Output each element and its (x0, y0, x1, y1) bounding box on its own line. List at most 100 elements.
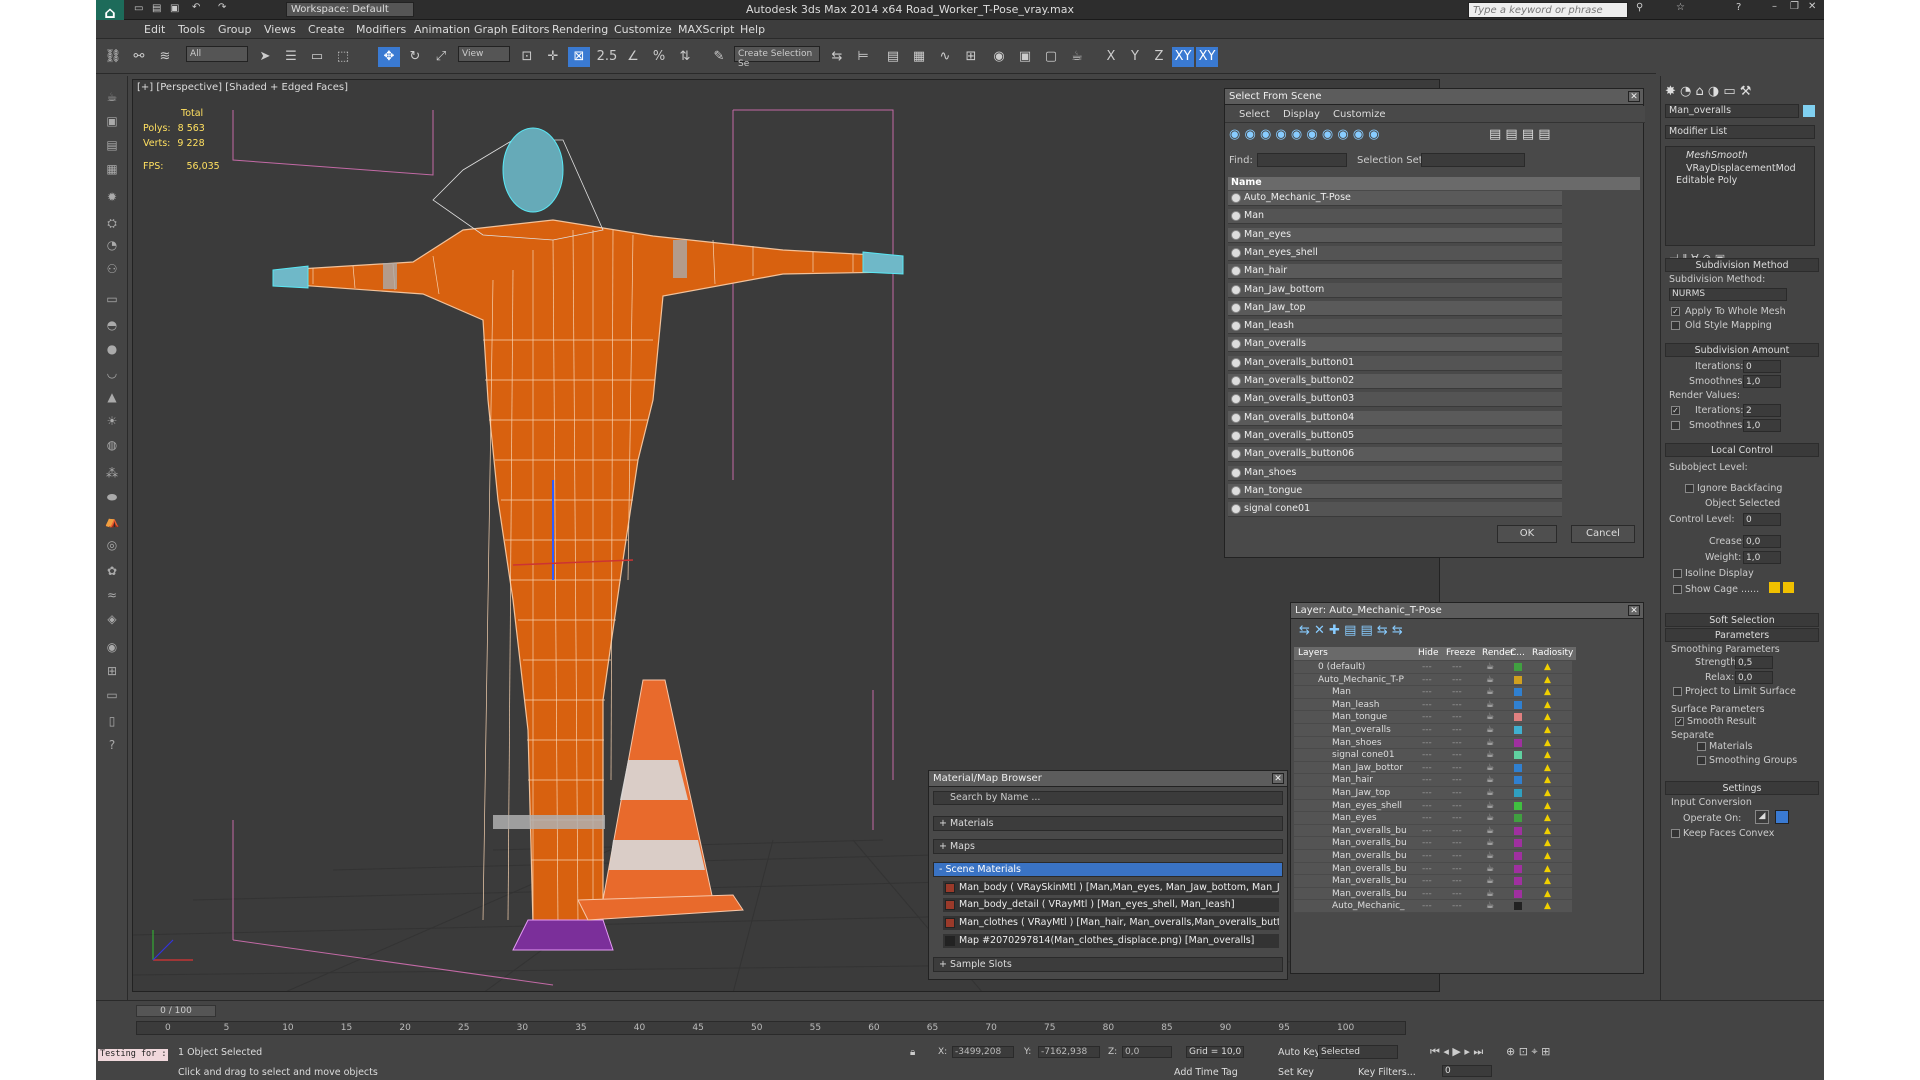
hide-toggle[interactable]: --- (1422, 686, 1432, 698)
object-color-swatch[interactable] (1803, 105, 1815, 117)
radiosity-icon[interactable]: ▲ (1544, 686, 1551, 698)
tent-icon[interactable]: ⛺ (102, 512, 122, 530)
freeze-toggle[interactable]: --- (1452, 888, 1462, 900)
menu-display[interactable]: Display (1283, 109, 1320, 120)
axis-xy-button[interactable]: XY (1172, 47, 1194, 67)
control-level-spinner[interactable]: 0 (1743, 513, 1781, 526)
select-by-name-icon[interactable]: ☰ (280, 47, 302, 67)
battery-icon[interactable]: ▯ (102, 712, 122, 730)
old-style-checkbox[interactable] (1671, 321, 1680, 330)
layer-row[interactable]: Man_overalls_bu --- --- ☕ ▲ (1294, 875, 1572, 888)
layer-row[interactable]: Man_overalls_bu --- --- ☕ ▲ (1294, 862, 1572, 876)
layer-row[interactable]: Man_overalls_bu --- --- ☕ ▲ (1294, 850, 1572, 863)
header-hide[interactable]: Hide (1418, 647, 1439, 659)
axis-x-button[interactable]: X (1100, 47, 1122, 67)
filter-geometry-icon[interactable]: ◉ ◉ ◉ ◉ ◉ ◉ ◉ ◉ ◉ ◉ (1229, 127, 1380, 142)
operate-faces-button[interactable]: ◢ (1755, 810, 1769, 824)
window-crossing-icon[interactable]: ⬚ (332, 47, 354, 67)
layer-dialog-title[interactable]: Layer: Auto_Mechanic_T-Pose (1291, 603, 1643, 619)
select-manipulate-icon[interactable]: ✛ (542, 47, 564, 67)
render-teapot-icon[interactable]: ☕ (1486, 711, 1494, 723)
close-mb-icon[interactable]: ✕ (1272, 773, 1284, 784)
layer-row[interactable]: Man_tongue --- --- ☕ ▲ (1294, 711, 1572, 724)
section-materials[interactable]: + Materials (933, 816, 1283, 831)
hemisphere-icon[interactable]: ◓ (102, 316, 122, 334)
freeze-toggle[interactable]: --- (1452, 787, 1462, 799)
layer-color-swatch[interactable] (1514, 738, 1522, 747)
scene-list-item[interactable]: Man_Jaw_top (1228, 300, 1562, 316)
render-teapot-icon[interactable]: ☕ (1486, 774, 1494, 786)
playback-controls[interactable]: ⏮ ◂ ▶ ▸ ⏭ (1430, 1045, 1483, 1059)
selection-set-dropdown[interactable] (1421, 153, 1525, 167)
blue-sphere-icon[interactable]: ◉ (102, 638, 122, 656)
hide-toggle[interactable]: --- (1422, 850, 1432, 862)
pill-icon[interactable]: ⬬ (102, 488, 122, 506)
sun-icon[interactable]: ☀ (102, 412, 122, 430)
quick-open-icon[interactable]: ▤ (152, 3, 161, 14)
radiosity-icon[interactable]: ▲ (1544, 787, 1551, 799)
radiosity-icon[interactable]: ▲ (1544, 837, 1551, 849)
layer-row[interactable]: Man_shoes --- --- ☕ ▲ (1294, 736, 1572, 750)
hide-toggle[interactable]: --- (1422, 699, 1432, 711)
hide-toggle[interactable]: --- (1422, 812, 1432, 824)
layer-row[interactable]: Man_Jaw_top --- --- ☕ ▲ (1294, 787, 1572, 800)
render-teapot-icon[interactable]: ☕ (1486, 737, 1494, 749)
menu-help[interactable]: Help (740, 23, 765, 36)
render-teapot-icon[interactable]: ☕ (1486, 875, 1494, 887)
lightbulb-icon[interactable]: ✹ (102, 188, 122, 206)
menu-animation[interactable]: Animation (414, 23, 470, 36)
layer-color-swatch[interactable] (1514, 902, 1522, 911)
section-sample-slots[interactable]: + Sample Slots (933, 957, 1283, 972)
freeze-toggle[interactable]: --- (1452, 774, 1462, 786)
mb-title[interactable]: Material/Map Browser (929, 771, 1287, 787)
hide-toggle[interactable]: --- (1422, 661, 1432, 673)
render-teapot-icon[interactable]: ☕ (1486, 686, 1494, 698)
layer-color-swatch[interactable] (1514, 688, 1522, 697)
hide-toggle[interactable]: --- (1422, 863, 1432, 875)
layer-row[interactable]: Man_overalls_bu --- --- ☕ ▲ (1294, 824, 1572, 838)
freeze-toggle[interactable]: --- (1452, 737, 1462, 749)
relax-spinner[interactable]: 0,0 (1735, 671, 1773, 684)
minimize-icon[interactable]: – (1772, 1, 1777, 12)
search-input[interactable]: Type a keyword or phrase (1468, 2, 1628, 18)
hide-toggle[interactable]: --- (1422, 674, 1432, 686)
people-icon[interactable]: ⚇ (102, 260, 122, 278)
stack-editable-poly[interactable]: Editable Poly (1676, 175, 1737, 186)
scene-list-item[interactable]: Man_tongue (1228, 483, 1562, 499)
material-item[interactable]: Man_body ( VRaySkinMtl ) [Man,Man_eyes, … (943, 881, 1279, 895)
align-icon[interactable]: ⊨ (852, 47, 874, 67)
render-teapot-icon[interactable]: ☕ (1486, 674, 1494, 686)
freeze-toggle[interactable]: --- (1452, 825, 1462, 837)
box-icon[interactable]: ▭ (102, 290, 122, 308)
layer-color-swatch[interactable] (1514, 801, 1522, 810)
axis-y-button[interactable]: Y (1124, 47, 1146, 67)
subdiv-method-dropdown[interactable]: NURMS (1669, 288, 1787, 301)
radiosity-icon[interactable]: ▲ (1544, 888, 1551, 900)
viewport-nav-controls[interactable]: ⊕ ⊡ ⌖ ⊞ (1506, 1045, 1550, 1059)
restore-icon[interactable]: ❐ (1790, 1, 1799, 12)
layer-color-swatch[interactable] (1514, 751, 1522, 760)
cone-icon[interactable]: ▲ (102, 388, 122, 406)
render-teapot-icon[interactable]: ☕ (1486, 699, 1494, 711)
layer-toolbar[interactable]: ⇆ ✕ ✚ ▤ ▤ ⇆ ⇆ (1299, 623, 1403, 638)
render-frame-icon[interactable]: ▢ (1040, 47, 1062, 67)
y-field[interactable]: -7162,938 (1038, 1046, 1100, 1058)
track-bar[interactable]: 0 5 10 15 20 25 30 35 40 45 50 55 60 65 70 75 80 85 90 95 10… (136, 1021, 1406, 1035)
freeze-toggle[interactable]: --- (1452, 724, 1462, 736)
scene-list-item[interactable]: Man_overalls_button04 (1228, 410, 1562, 426)
current-frame-field[interactable]: 0 (1442, 1065, 1492, 1077)
hide-toggle[interactable]: --- (1422, 737, 1432, 749)
layer-row[interactable]: Man_leash --- --- ☕ ▲ (1294, 698, 1572, 712)
rollout-soft-selection[interactable]: Soft Selection (1665, 613, 1819, 627)
layer-color-swatch[interactable] (1514, 889, 1522, 898)
layer-row[interactable]: Man_Jaw_bottor --- --- ☕ ▲ (1294, 761, 1572, 775)
stack-vraydisplacement[interactable]: VRayDisplacementMod (1686, 163, 1796, 174)
render-teapot-icon[interactable]: ☕ (1486, 812, 1494, 824)
snapshot-icon[interactable]: ▣ (102, 112, 122, 130)
scene-list-item[interactable]: Man_overalls_button02 (1228, 374, 1562, 389)
menu-edit[interactable]: Edit (144, 23, 165, 36)
render-teapot-icon[interactable]: ☕ (1486, 661, 1494, 673)
freeze-toggle[interactable]: --- (1452, 711, 1462, 723)
layer-color-swatch[interactable] (1514, 763, 1522, 772)
scene-list-item[interactable]: Man_overalls_button03 (1228, 392, 1562, 408)
